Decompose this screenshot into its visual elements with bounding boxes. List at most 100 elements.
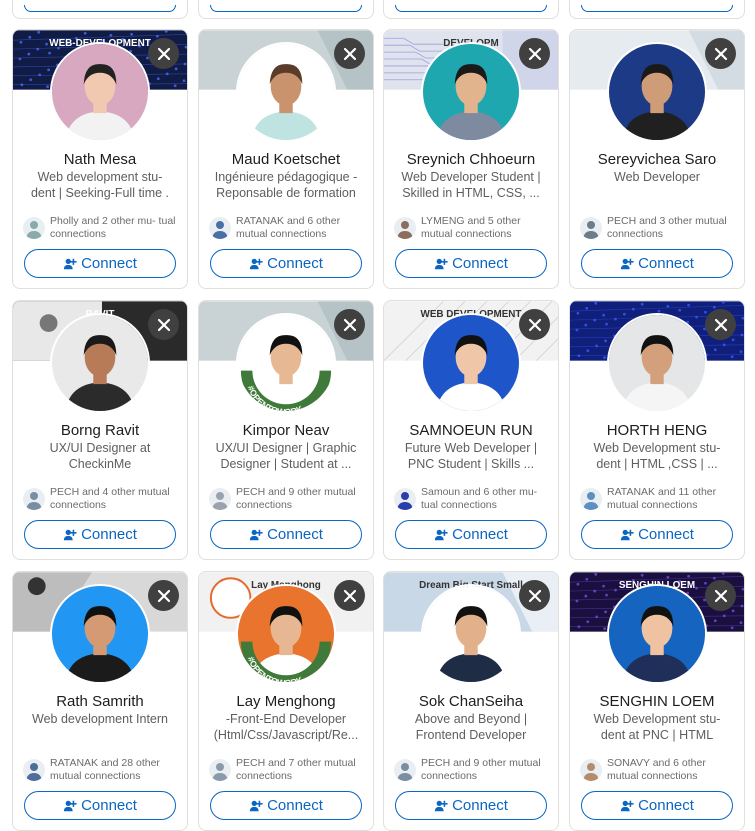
person-name[interactable]: Borng Ravit (19, 421, 181, 440)
connect-label: Connect (81, 526, 137, 543)
profile-photo[interactable] (421, 584, 521, 684)
person-name[interactable]: SENGHIN LOEM (576, 692, 738, 711)
mutual-connection-avatar (394, 217, 416, 239)
mutual-connections[interactable]: PECH and 7 other mutual connections (209, 755, 367, 785)
person-headline: Web Development stu- dent at PNC | HTML … (593, 712, 721, 742)
dismiss-button[interactable] (334, 309, 365, 340)
previous-row-card-fragment (12, 0, 188, 19)
add-person-icon (620, 529, 634, 540)
connect-button[interactable]: Connect (210, 249, 362, 278)
profile-photo[interactable] (50, 42, 150, 142)
connect-button[interactable]: Connect (581, 520, 733, 549)
mutual-connections[interactable]: LYMENG and 5 other mutual connections (394, 213, 552, 243)
person-card[interactable]: HORTH HENG Web Development stu- dent | HT… (569, 300, 745, 560)
close-icon (714, 47, 727, 60)
person-name[interactable]: Maud Koetschet (205, 150, 367, 169)
dismiss-button[interactable] (334, 38, 365, 69)
person-card[interactable]: Sereyvichea Saro Web Developer PECH and 3 … (569, 29, 745, 289)
previous-row-connect-fragment[interactable] (210, 5, 362, 12)
profile-photo[interactable] (236, 42, 336, 142)
connect-label: Connect (638, 797, 694, 814)
connect-button[interactable]: Connect (395, 520, 547, 549)
connect-button[interactable]: Connect (581, 791, 733, 820)
previous-row-connect-fragment[interactable] (581, 5, 733, 12)
person-name[interactable]: Nath Mesa (19, 150, 181, 169)
connect-button[interactable]: Connect (210, 791, 362, 820)
mutual-connections[interactable]: RATANAK and 6 other mutual connections (209, 213, 367, 243)
profile-photo[interactable] (50, 313, 150, 413)
person-card[interactable]: RAVIT Borng Ravit UX/UI Designer at Checki… (12, 300, 188, 560)
dismiss-button[interactable] (148, 38, 179, 69)
mutual-connections[interactable]: PECH and 3 other mutual connections (580, 213, 738, 243)
person-headline: UX/UI Designer at CheckinMe (49, 441, 151, 471)
person-name[interactable]: Sok ChanSeiha (390, 692, 552, 711)
previous-row-connect-fragment[interactable] (24, 5, 176, 12)
person-card[interactable]: Maud Koetschet Ingénieure pédagogique - R… (198, 29, 374, 289)
profile-photo[interactable] (421, 42, 521, 142)
dismiss-button[interactable] (705, 38, 736, 69)
profile-photo[interactable] (421, 313, 521, 413)
dismiss-button[interactable] (519, 309, 550, 340)
mutual-connections[interactable]: SONAVY and 6 other mutual connections (580, 755, 738, 785)
close-icon (714, 318, 727, 331)
profile-photo[interactable] (50, 584, 150, 684)
profile-photo[interactable]: #OPENTOWORK (236, 584, 336, 684)
add-person-icon (434, 258, 448, 269)
person-card[interactable]: #OPENTOWORK Kimpor NeavUX/UI Designer | G… (198, 300, 374, 560)
mutual-connection-avatar (580, 759, 602, 781)
person-headline: Web Development stu- dent | HTML ,CSS | … (593, 441, 721, 471)
connect-button[interactable]: Connect (24, 791, 176, 820)
connect-button[interactable]: Connect (24, 520, 176, 549)
person-card[interactable]: Rath Samrith Web development Intern RATANA… (12, 571, 188, 831)
person-card[interactable]: Lay Menghong#OPENTOWORKLay Menghong-Fron… (198, 571, 374, 831)
dismiss-button[interactable] (519, 38, 550, 69)
profile-photo[interactable] (607, 584, 707, 684)
mutual-connections[interactable]: RATANAK and 28 other mutual connections (23, 755, 181, 785)
person-name[interactable]: Sereyvichea Saro (576, 150, 738, 169)
mutual-connections-text: PECH and 7 other mutual connections (236, 757, 356, 782)
person-headline: Ingénieure pédagogique - Reponsable de f… (214, 170, 358, 200)
profile-photo[interactable]: #OPENTOWORK (236, 313, 336, 413)
add-person-icon (63, 258, 77, 269)
person-name[interactable]: Kimpor Neav (205, 421, 367, 440)
person-card[interactable]: DEVELOPM Sreynich Chhoeurn Web Developer S… (383, 29, 559, 289)
person-name[interactable]: HORTH HENG (576, 421, 738, 440)
connect-label: Connect (267, 797, 323, 814)
person-name[interactable]: Rath Samrith (19, 692, 181, 711)
mutual-connections[interactable]: PECH and 9 other mutual connections (209, 484, 367, 514)
person-headline: UX/UI Designer | Graphic Designer | Stud… (215, 441, 357, 471)
dismiss-button[interactable] (334, 580, 365, 611)
add-person-icon (620, 800, 634, 811)
mutual-connections-text: RATANAK and 28 other mutual connections (50, 757, 160, 782)
person-card[interactable]: WEB DEVELOPMENT SAMNOEUN RUN Future Web De… (383, 300, 559, 560)
mutual-connections[interactable]: Samoun and 6 other mu- tual connections (394, 484, 552, 514)
connect-button[interactable]: Connect (395, 791, 547, 820)
mutual-connection-avatar (394, 759, 416, 781)
profile-photo[interactable] (607, 42, 707, 142)
connect-label: Connect (638, 255, 694, 272)
mutual-connections[interactable]: PECH and 9 other mutual connections (394, 755, 552, 785)
mutual-connection-avatar (580, 217, 602, 239)
dismiss-button[interactable] (705, 309, 736, 340)
connect-button[interactable]: Connect (24, 249, 176, 278)
mutual-connections[interactable]: RATANAK and 11 other mutual connections (580, 484, 738, 514)
dismiss-button[interactable] (519, 580, 550, 611)
add-person-icon (434, 800, 448, 811)
person-name[interactable]: Sreynich Chhoeurn (390, 150, 552, 169)
connect-button[interactable]: Connect (210, 520, 362, 549)
person-name[interactable]: Lay Menghong (205, 692, 367, 711)
person-card[interactable]: WEB-DEVELOPMENT Nath Mesa Web development … (12, 29, 188, 289)
mutual-connections[interactable]: Pholly and 2 other mu- tual connections (23, 213, 181, 243)
dismiss-button[interactable] (148, 580, 179, 611)
person-card[interactable]: Dream Big Start Small Sok ChanSeiha Above … (383, 571, 559, 831)
mutual-connections[interactable]: PECH and 4 other mutual connections (23, 484, 181, 514)
previous-row-connect-fragment[interactable] (395, 5, 547, 12)
dismiss-button[interactable] (705, 580, 736, 611)
profile-photo[interactable] (607, 313, 707, 413)
close-icon (528, 47, 541, 60)
person-name[interactable]: SAMNOEUN RUN (390, 421, 552, 440)
person-card[interactable]: SENGHIN LOEM SENGHIN LOEM Web Development … (569, 571, 745, 831)
connect-button[interactable]: Connect (581, 249, 733, 278)
dismiss-button[interactable] (148, 309, 179, 340)
connect-button[interactable]: Connect (395, 249, 547, 278)
